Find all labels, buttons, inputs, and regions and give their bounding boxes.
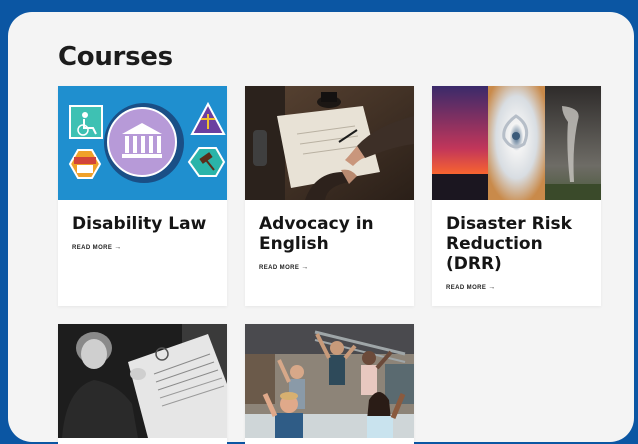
writing-photo: [245, 86, 414, 200]
page-title: Courses: [58, 42, 173, 72]
course-card-advocacy-in-english[interactable]: Advocacy in English READ MORE →: [245, 86, 414, 306]
read-more-link[interactable]: READ MORE →: [446, 284, 496, 291]
course-title[interactable]: Disability Law: [72, 214, 222, 234]
arrow-right-icon: →: [114, 244, 122, 251]
read-more-link[interactable]: READ MORE →: [72, 244, 122, 251]
course-card-disability-law[interactable]: Disability Law READ MORE →: [58, 86, 227, 306]
course-image-advocacy[interactable]: [245, 86, 414, 200]
course-image-drr[interactable]: [432, 86, 601, 200]
course-title[interactable]: Advocacy in English: [259, 214, 409, 254]
course-title[interactable]: Disaster Risk Reduction (DRR): [446, 214, 596, 274]
arrow-right-icon: →: [488, 284, 496, 291]
disability-law-illustration: [58, 86, 227, 200]
human-rights-declaration-photo: [58, 324, 227, 438]
course-image-disability-law[interactable]: [58, 86, 227, 200]
course-image-human-rights[interactable]: [58, 324, 227, 438]
disaster-collage-photo: [432, 86, 601, 200]
course-image-group[interactable]: [245, 324, 414, 438]
course-card-human-rights[interactable]: [58, 324, 227, 444]
read-more-link[interactable]: READ MORE →: [259, 264, 309, 271]
celebrating-group-photo: [245, 324, 414, 438]
arrow-right-icon: →: [301, 264, 309, 271]
course-card-drr[interactable]: Disaster Risk Reduction (DRR) READ MORE →: [432, 86, 601, 306]
course-card-celebration[interactable]: [245, 324, 414, 444]
